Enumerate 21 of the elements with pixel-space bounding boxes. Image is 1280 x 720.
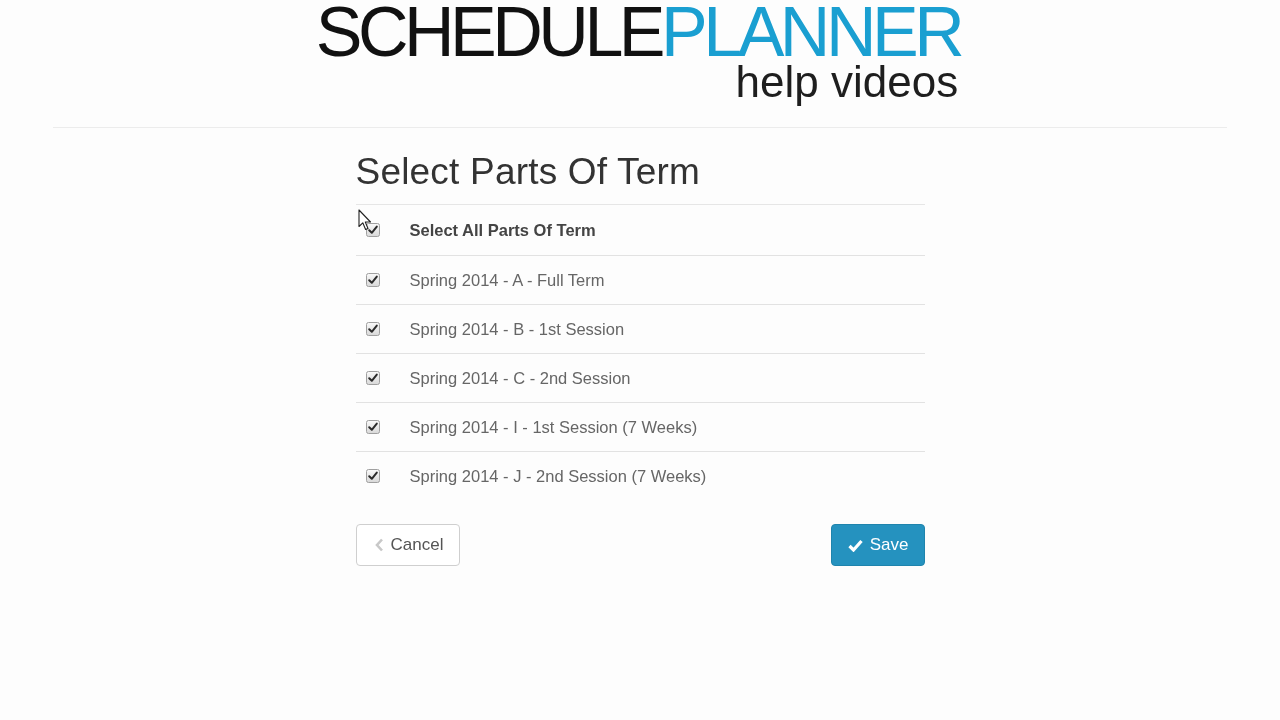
- logo-word: SCHEDULE: [315, 3, 662, 61]
- checkbox[interactable]: [365, 223, 380, 237]
- checkbox[interactable]: [365, 420, 380, 434]
- checkbox[interactable]: [365, 371, 380, 385]
- part-of-term-label: Spring 2014 - B - 1st Session: [409, 319, 625, 339]
- mouse-pointer-icon: [357, 209, 372, 231]
- check-icon: [847, 538, 863, 552]
- select-all-label: Select All Parts Of Term: [409, 220, 596, 240]
- part-of-term-label: Spring 2014 - A - Full Term: [409, 270, 605, 290]
- checkbox[interactable]: [365, 322, 380, 336]
- chevron-left-icon: [374, 538, 384, 552]
- part-of-term-label: Spring 2014 - C - 2nd Session: [409, 368, 631, 388]
- save-button[interactable]: Save: [830, 524, 925, 566]
- cancel-button[interactable]: Cancel: [355, 524, 461, 566]
- part-of-term-label: Spring 2014 - I - 1st Session (7 Weeks): [409, 417, 698, 437]
- checkbox[interactable]: [365, 469, 380, 483]
- page-heading: Select Parts Of Term: [355, 152, 701, 192]
- part-of-term-label: Spring 2014 - J - 2nd Session (7 Weeks): [409, 466, 707, 486]
- logo-word: PLANNER: [661, 3, 961, 61]
- logo-tagline: help videos: [735, 60, 959, 104]
- checkbox[interactable]: [365, 273, 380, 287]
